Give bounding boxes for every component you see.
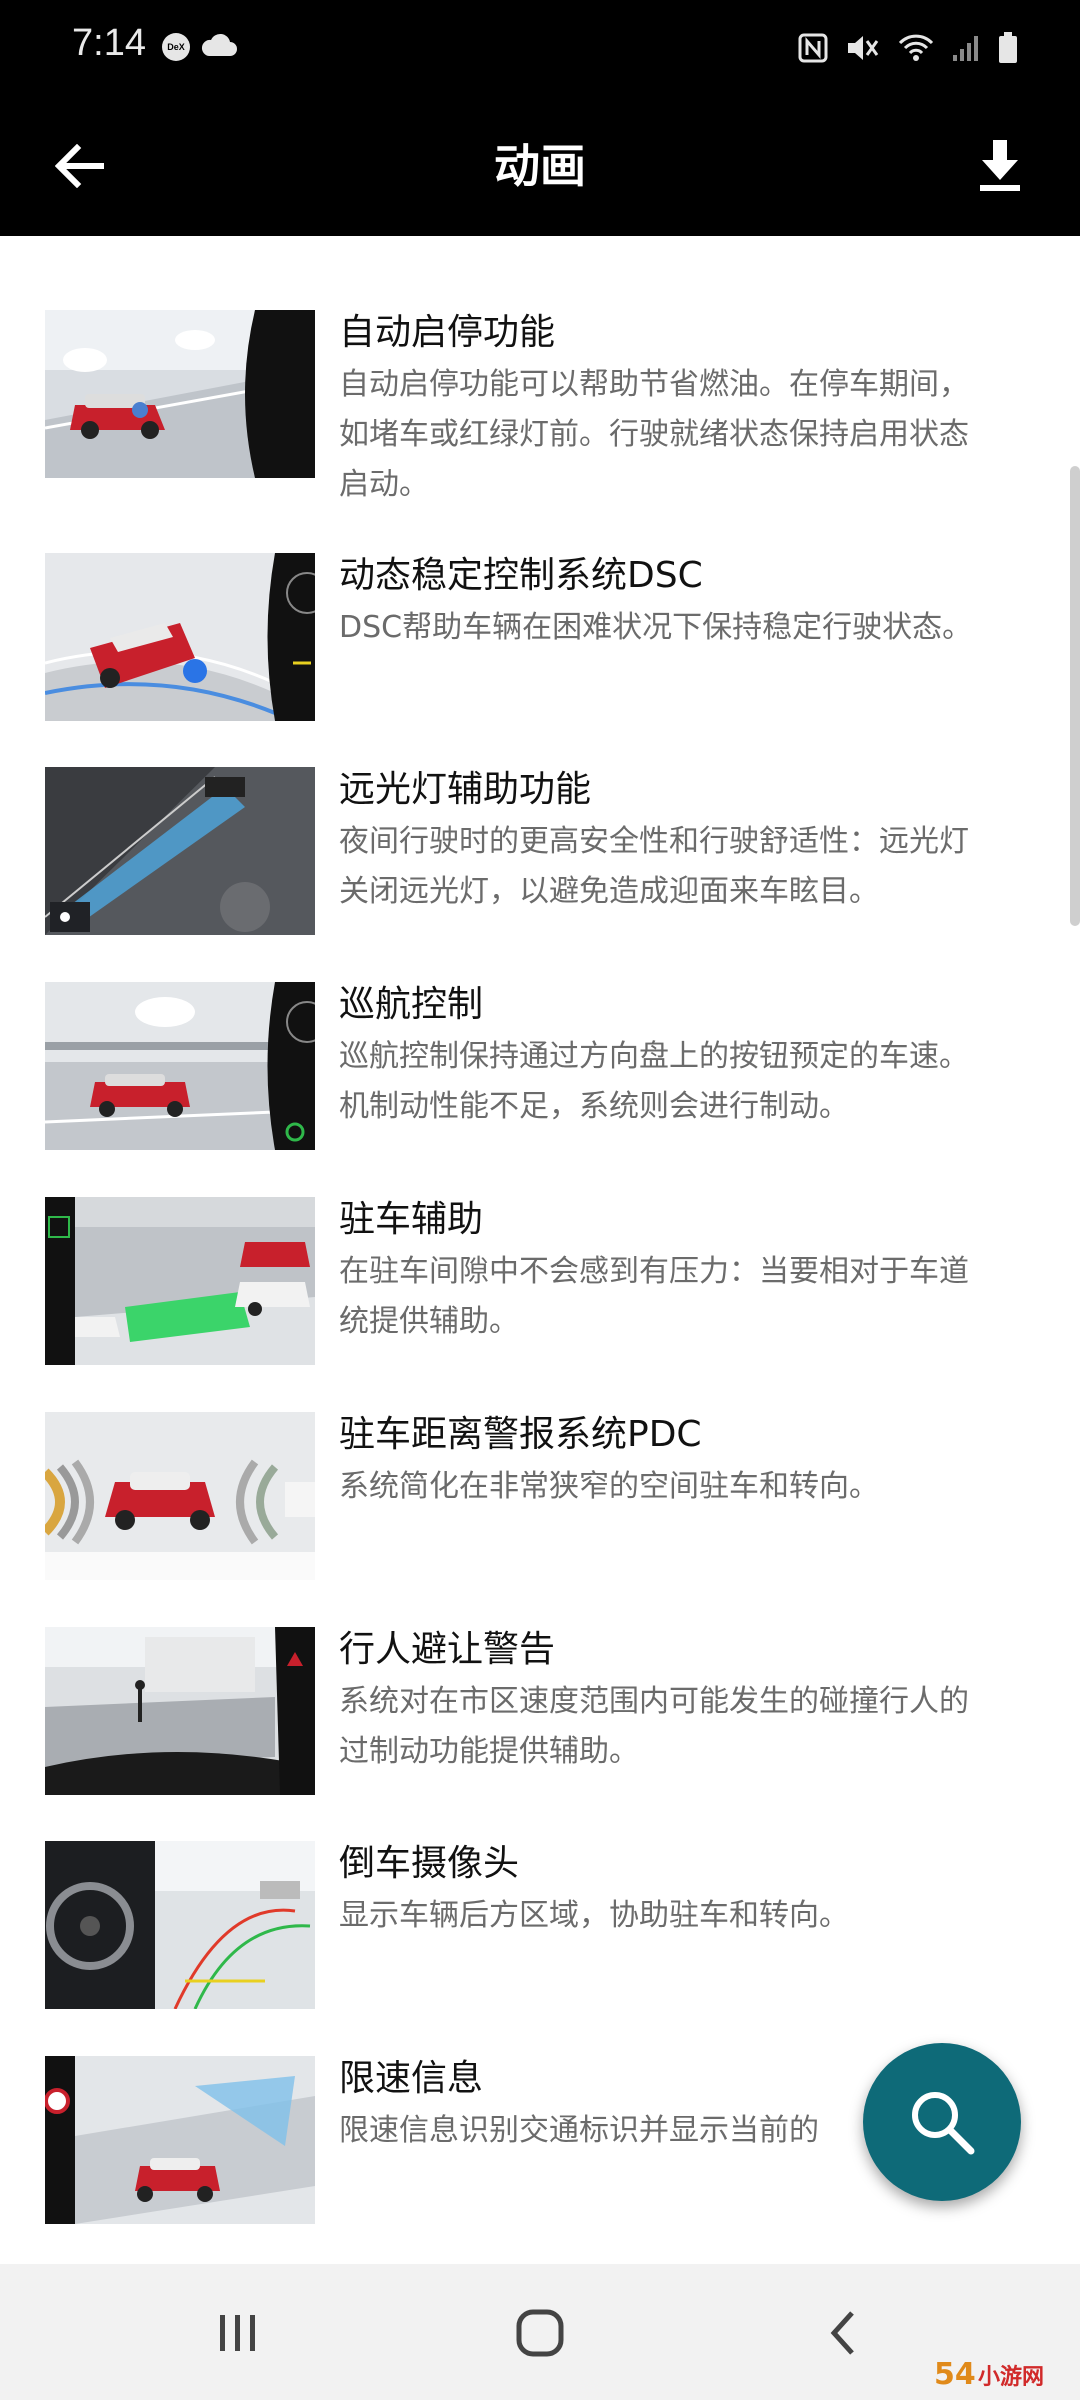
item-description: 夜间行驶时的更高安全性和行驶舒适性：远光灯 关闭远光灯，以避免造成迎面来车眩目。 bbox=[339, 824, 969, 909]
item-title: 自动启停功能 bbox=[339, 312, 556, 353]
list-item-rear-camera[interactable]: 倒车摄像头 显示车辆后方区域，协助驻车和转向。 bbox=[45, 1841, 1080, 2031]
status-time: 7:14 bbox=[72, 22, 146, 64]
download-icon bbox=[980, 140, 1020, 191]
thumbnail-image bbox=[45, 1412, 315, 1580]
status-icons bbox=[798, 28, 1018, 68]
system-nav-bar: 54 小游网 bbox=[0, 2264, 1080, 2400]
item-title: 巡航控制 bbox=[339, 984, 484, 1025]
home-icon bbox=[516, 2309, 564, 2357]
back-icon bbox=[830, 2311, 854, 2355]
item-description: 系统对在市区速度范围内可能发生的碰撞行人的 过制动功能提供辅助。 bbox=[339, 1684, 969, 1769]
thumbnail-image bbox=[45, 767, 315, 935]
item-title: 远光灯辅助功能 bbox=[339, 769, 592, 810]
mute-icon bbox=[848, 36, 879, 60]
watermark-logo: 54 小游网 bbox=[934, 2357, 1044, 2392]
item-description: 巡航控制保持通过方向盘上的按钮预定的车速。 机制动性能不足，系统则会进行制动。 bbox=[339, 1039, 969, 1124]
thumbnail-image bbox=[45, 553, 315, 721]
recents-icon bbox=[220, 2315, 255, 2351]
list-item-pedestrian-warning[interactable]: 行人避让警告 系统对在市区速度范围内可能发生的碰撞行人的 过制动功能提供辅助。 bbox=[45, 1627, 1080, 1817]
signal-icon bbox=[953, 36, 978, 61]
list-item-dsc[interactable]: 动态稳定控制系统DSC DSC帮助车辆在困难状况下保持稳定行驶状态。 bbox=[45, 553, 1080, 743]
search-icon bbox=[912, 2092, 975, 2155]
status-bar: 7:14 DeX bbox=[0, 0, 1080, 96]
nav-back-button[interactable] bbox=[797, 2298, 887, 2368]
item-description: 系统简化在非常狭窄的空间驻车和转向。 bbox=[339, 1469, 879, 1504]
item-title: 行人避让警告 bbox=[339, 1629, 556, 1670]
recents-button[interactable] bbox=[193, 2298, 283, 2368]
thumbnail-image bbox=[45, 1627, 315, 1795]
thumbnail-image bbox=[45, 1197, 315, 1365]
item-title: 动态稳定控制系统DSC bbox=[339, 555, 703, 596]
app-bar: 动画 bbox=[0, 96, 1080, 236]
dex-icon: DeX bbox=[162, 33, 190, 61]
thumbnail-image bbox=[45, 310, 315, 478]
list-item-auto-start-stop[interactable]: 自动启停功能 自动启停功能可以帮助节省燃油。在停车期间， 如堵车或红绿灯前。行驶… bbox=[45, 310, 1080, 502]
list-item-cruise-control[interactable]: 巡航控制 巡航控制保持通过方向盘上的按钮预定的车速。 机制动性能不足，系统则会进… bbox=[45, 982, 1080, 1172]
nfc-icon bbox=[798, 33, 828, 63]
page-title: 动画 bbox=[494, 139, 586, 193]
home-button[interactable] bbox=[495, 2298, 585, 2368]
item-title: 驻车距离警报系统PDC bbox=[339, 1414, 702, 1455]
thumbnail-image bbox=[45, 982, 315, 1150]
battery-icon bbox=[999, 32, 1017, 63]
list-item-pdc[interactable]: 驻车距离警报系统PDC 系统简化在非常狭窄的空间驻车和转向。 bbox=[45, 1412, 1080, 1602]
item-title: 限速信息 bbox=[339, 2058, 484, 2099]
item-description: 显示车辆后方区域，协助驻车和转向。 bbox=[339, 1898, 849, 1933]
list-item-high-beam-assist[interactable]: 远光灯辅助功能 夜间行驶时的更高安全性和行驶舒适性：远光灯 关闭远光灯，以避免造… bbox=[45, 767, 1080, 957]
item-description: 在驻车间隙中不会感到有压力：当要相对于车道 统提供辅助。 bbox=[339, 1254, 969, 1339]
list-item-parking-assist[interactable]: 驻车辅助 在驻车间隙中不会感到有压力：当要相对于车道 统提供辅助。 bbox=[45, 1197, 1080, 1387]
animation-list[interactable]: 自动启停功能 自动启停功能可以帮助节省燃油。在停车期间， 如堵车或红绿灯前。行驶… bbox=[0, 236, 1080, 2264]
svg-text:小游网: 小游网 bbox=[978, 2364, 1044, 2390]
search-button[interactable] bbox=[863, 2043, 1021, 2201]
item-description: DSC帮助车辆在困难状况下保持稳定行驶状态。 bbox=[339, 610, 973, 645]
cloud-icon bbox=[201, 33, 237, 56]
download-button[interactable] bbox=[960, 124, 1040, 208]
item-description: 自动启停功能可以帮助节省燃油。在停车期间， 如堵车或红绿灯前。行驶就绪状态保持启… bbox=[339, 367, 969, 502]
svg-text:54: 54 bbox=[934, 2357, 976, 2392]
thumbnail-image bbox=[45, 2056, 315, 2224]
item-title: 驻车辅助 bbox=[339, 1199, 484, 1240]
thumbnail-image bbox=[45, 1841, 315, 2009]
scrollbar[interactable] bbox=[1070, 466, 1080, 926]
wifi-icon bbox=[898, 34, 934, 61]
item-title: 倒车摄像头 bbox=[339, 1843, 520, 1884]
